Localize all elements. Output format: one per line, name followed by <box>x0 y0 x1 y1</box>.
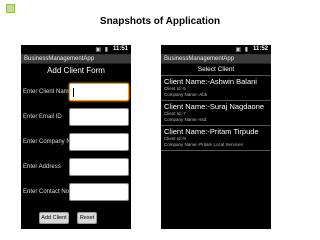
company-name-input[interactable] <box>69 133 129 151</box>
client-list-item[interactable]: Client Name:-Suraj Nagdaone Client Id:-7… <box>161 101 271 126</box>
add-client-button[interactable]: Add Client <box>39 212 69 224</box>
status-time: 11:51 <box>112 46 128 52</box>
app-title-bar: BusinessManagementApp <box>161 55 271 64</box>
status-time: 11:52 <box>252 46 268 52</box>
client-name-input[interactable] <box>69 83 129 101</box>
form-title: Add Client Form <box>47 66 105 75</box>
select-client-title: Select Client <box>161 64 271 76</box>
form-button-row: Add Client Reset <box>21 212 131 224</box>
status-bar: ▣ ▮ 11:52 <box>161 45 271 55</box>
slide-bullet-icon <box>6 4 15 13</box>
client-name-label: Enter Client Name <box>23 89 73 95</box>
signal-battery-icon: ▣ ▮ <box>95 47 109 53</box>
contact-no-label: Enter Contact No. <box>23 189 71 195</box>
client-list-item[interactable]: Client Name:-Ashwin Balani Client Id:-5 … <box>161 76 271 101</box>
client-name-text: Client Name:-Suraj Nagdaone <box>164 102 265 111</box>
signal-battery-icon: ▣ ▮ <box>235 47 249 53</box>
phone-screen-select-client: ▣ ▮ 11:52 BusinessManagementApp Select C… <box>161 45 271 229</box>
address-label: Enter Address <box>23 164 61 170</box>
slide-title: Snapshots of Application <box>99 16 221 27</box>
status-bar: ▣ ▮ 11:51 <box>21 45 131 55</box>
email-id-input[interactable] <box>69 108 129 126</box>
company-name-row: Enter Company Name <box>21 132 131 154</box>
phone-screen-add-client: ▣ ▮ 11:51 BusinessManagementApp Add Clie… <box>21 45 131 229</box>
client-name-row: Enter Client Name <box>21 82 131 104</box>
email-id-row: Enter Email ID <box>21 107 131 129</box>
text-cursor <box>73 88 74 97</box>
client-company-text: Company Name:-Abb <box>164 92 208 97</box>
client-list-item[interactable]: Client Name:-Pritam Tirpude Client Id:-8… <box>161 126 271 151</box>
client-company-text: Company Name:-Pritam Local Services <box>164 142 243 147</box>
address-row: Enter Address <box>21 157 131 179</box>
contact-no-row: Enter Contact No. <box>21 182 131 204</box>
app-title-bar: BusinessManagementApp <box>21 55 131 64</box>
address-input[interactable] <box>69 158 129 176</box>
client-company-text: Company Name:-ssd <box>164 117 207 122</box>
reset-button[interactable]: Reset <box>77 212 97 224</box>
email-id-label: Enter Email ID <box>23 114 62 120</box>
client-name-text: Client Name:-Ashwin Balani <box>164 77 257 86</box>
contact-no-input[interactable] <box>69 183 129 201</box>
client-name-text: Client Name:-Pritam Tirpude <box>164 127 259 136</box>
